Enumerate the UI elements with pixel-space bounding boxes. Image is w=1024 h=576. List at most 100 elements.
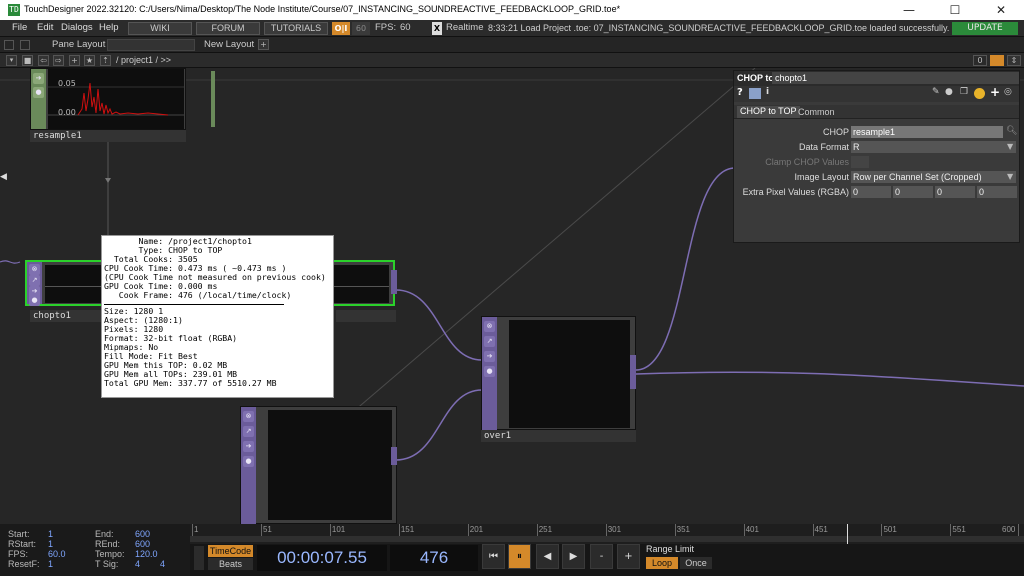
extra-pixel-g[interactable]: 0 xyxy=(893,186,933,198)
parent-network-icon[interactable]: ⇡ xyxy=(100,55,111,66)
rstart-value[interactable]: 1 xyxy=(48,539,53,549)
maximize-pane-icon[interactable] xyxy=(990,55,1004,66)
tempo-value[interactable]: 120.0 xyxy=(135,549,158,559)
pane-menu-icon[interactable] xyxy=(4,40,14,50)
over1-node[interactable]: ⊗ ↗ ➔ ● xyxy=(481,316,636,431)
realtime-checkbox[interactable]: X xyxy=(432,22,442,35)
step-forward-icon[interactable]: ▶ xyxy=(562,544,585,569)
target-icon[interactable]: ◎ xyxy=(1004,87,1012,97)
menu-help[interactable]: Help xyxy=(99,22,119,33)
menu-dialogs[interactable]: Dialogs xyxy=(61,22,93,33)
loop-button[interactable]: Loop xyxy=(646,557,678,569)
help-icon[interactable]: ? xyxy=(737,87,743,98)
extra-pixel-a[interactable]: 0 xyxy=(977,186,1017,198)
wiki-button[interactable]: WIKI xyxy=(128,22,192,35)
param-label-extra-pixel: Extra Pixel Values (RGBA) xyxy=(742,187,849,197)
node-viewer-icon[interactable]: ➔ xyxy=(243,441,254,452)
timeline-playhead[interactable] xyxy=(847,524,848,544)
node-lock-icon[interactable]: ↗ xyxy=(243,426,254,437)
tsig-denominator[interactable]: 4 xyxy=(160,559,165,569)
pane-type-icon[interactable]: ▾ xyxy=(6,55,17,66)
pause-icon[interactable]: ⏸ xyxy=(508,544,531,569)
add-parameter-icon[interactable]: + xyxy=(990,85,1000,99)
node-name-label[interactable]: over1 xyxy=(481,430,636,442)
node-clone-icon[interactable]: ● xyxy=(243,456,254,467)
update-button[interactable]: UPDATE xyxy=(952,22,1018,35)
realtime-label: Realtime xyxy=(446,22,484,33)
resetf-value[interactable]: 1 xyxy=(48,559,53,569)
python-icon[interactable] xyxy=(974,88,985,99)
extra-pixel-r[interactable]: 0 xyxy=(851,186,891,198)
once-button[interactable]: Once xyxy=(680,557,712,569)
data-format-dropdown[interactable]: R xyxy=(851,141,1016,153)
node-lock-icon[interactable]: ↗ xyxy=(29,275,40,286)
chevron-down-icon[interactable]: ▼ xyxy=(1007,142,1013,151)
add-layout-button[interactable]: + xyxy=(258,39,269,50)
node-name-label[interactable]: chopto1 xyxy=(30,310,102,322)
node-clone-icon[interactable]: ● xyxy=(29,295,40,306)
chop-field[interactable]: resample1 xyxy=(851,126,1003,138)
timeline-ruler[interactable]: 1 51 101 151 201 251 301 351 401 451 501 551 600 xyxy=(190,524,1024,544)
transport-expand-icon[interactable] xyxy=(194,546,204,570)
tab-chop-to-top[interactable]: CHOP to TOP xyxy=(737,106,800,118)
pane-options-icon[interactable]: ⇕ xyxy=(1007,55,1021,66)
network-path[interactable]: / project1 / >> xyxy=(116,55,171,65)
fps-target-badge[interactable]: 60 xyxy=(352,22,370,35)
forum-button[interactable]: FORUM xyxy=(196,22,260,35)
oi-perform-toggle[interactable]: O|I xyxy=(332,22,350,35)
add-icon[interactable]: + xyxy=(69,55,80,66)
node-bypass-icon[interactable]: ⊗ xyxy=(29,264,40,275)
info-icon[interactable]: i xyxy=(766,87,769,97)
tsig-numerator[interactable]: 4 xyxy=(135,559,140,569)
pane-layout-slots[interactable] xyxy=(107,39,195,51)
home-icon[interactable]: ■ xyxy=(22,55,33,66)
operator-name-field[interactable]: chopto1 xyxy=(772,72,1019,84)
tutorials-button[interactable]: TUTORIALS xyxy=(264,22,328,35)
left-arrow-icon[interactable]: ◀ xyxy=(0,172,7,182)
back-icon[interactable]: ⇦ xyxy=(38,55,49,66)
timecode-display[interactable]: 00:00:07.55 xyxy=(257,545,387,571)
end-value[interactable]: 600 xyxy=(135,529,150,539)
node-viewer-icon[interactable]: ➔ xyxy=(484,351,495,362)
zoom-out-icon[interactable]: - xyxy=(590,544,613,569)
minimize-button[interactable]: — xyxy=(886,0,932,20)
frame-display[interactable]: 476 xyxy=(390,545,478,571)
node-viewer-icon[interactable]: ➔ xyxy=(33,73,44,84)
chop-browse-icon[interactable]: 🔍︎ xyxy=(1006,126,1017,136)
pane-split-icon[interactable] xyxy=(20,40,30,50)
pane-index[interactable]: 0 xyxy=(973,55,987,66)
zoom-in-icon[interactable]: + xyxy=(617,544,640,569)
maximize-button[interactable]: ☐ xyxy=(932,0,978,20)
node-clone-icon[interactable]: ● xyxy=(484,366,495,377)
timecode-mode-button[interactable]: TimeCode xyxy=(208,545,253,557)
image-layout-dropdown[interactable]: Row per Channel Set (Cropped) xyxy=(851,171,1016,183)
copy-icon[interactable]: ❐ xyxy=(960,87,968,97)
resample1-node[interactable]: ➔ ● 0.05 0.00 xyxy=(30,68,215,130)
step-back-icon[interactable]: ◀ xyxy=(536,544,559,569)
node-lock-icon[interactable]: ↗ xyxy=(484,336,495,347)
node-bypass-icon[interactable]: ⊗ xyxy=(243,411,254,422)
tab-common[interactable]: Common xyxy=(798,107,835,117)
extra-pixel-b[interactable]: 0 xyxy=(935,186,975,198)
timeline-tick-label: 201 xyxy=(469,525,484,534)
menu-file[interactable]: File xyxy=(12,22,27,33)
node-clone-icon[interactable]: ● xyxy=(33,87,44,98)
node-flags[interactable] xyxy=(336,310,396,322)
close-button[interactable]: ✕ xyxy=(978,0,1024,20)
clamp-toggle[interactable] xyxy=(851,156,869,168)
rewind-icon[interactable]: ⏮ xyxy=(482,544,505,569)
node-name-label[interactable]: resample1 xyxy=(30,130,186,142)
forward-icon[interactable]: ⇨ xyxy=(53,55,64,66)
start-value[interactable]: 1 xyxy=(48,529,53,539)
menu-edit[interactable]: Edit xyxy=(37,22,53,33)
comment-icon[interactable]: ● xyxy=(945,87,953,97)
bookmark-star-icon[interactable]: ★ xyxy=(84,55,95,66)
python-help-icon[interactable] xyxy=(749,88,761,99)
pencil-icon[interactable]: ✎ xyxy=(932,87,940,97)
chevron-down-icon[interactable]: ▼ xyxy=(1007,172,1013,181)
node-bypass-icon[interactable]: ⊗ xyxy=(484,321,495,332)
rend-value[interactable]: 600 xyxy=(135,539,150,549)
beats-mode-button[interactable]: Beats xyxy=(208,558,253,570)
fps-stat-value[interactable]: 60.0 xyxy=(48,549,66,559)
top-node[interactable]: ⊗ ↗ ➔ ● xyxy=(240,406,397,524)
